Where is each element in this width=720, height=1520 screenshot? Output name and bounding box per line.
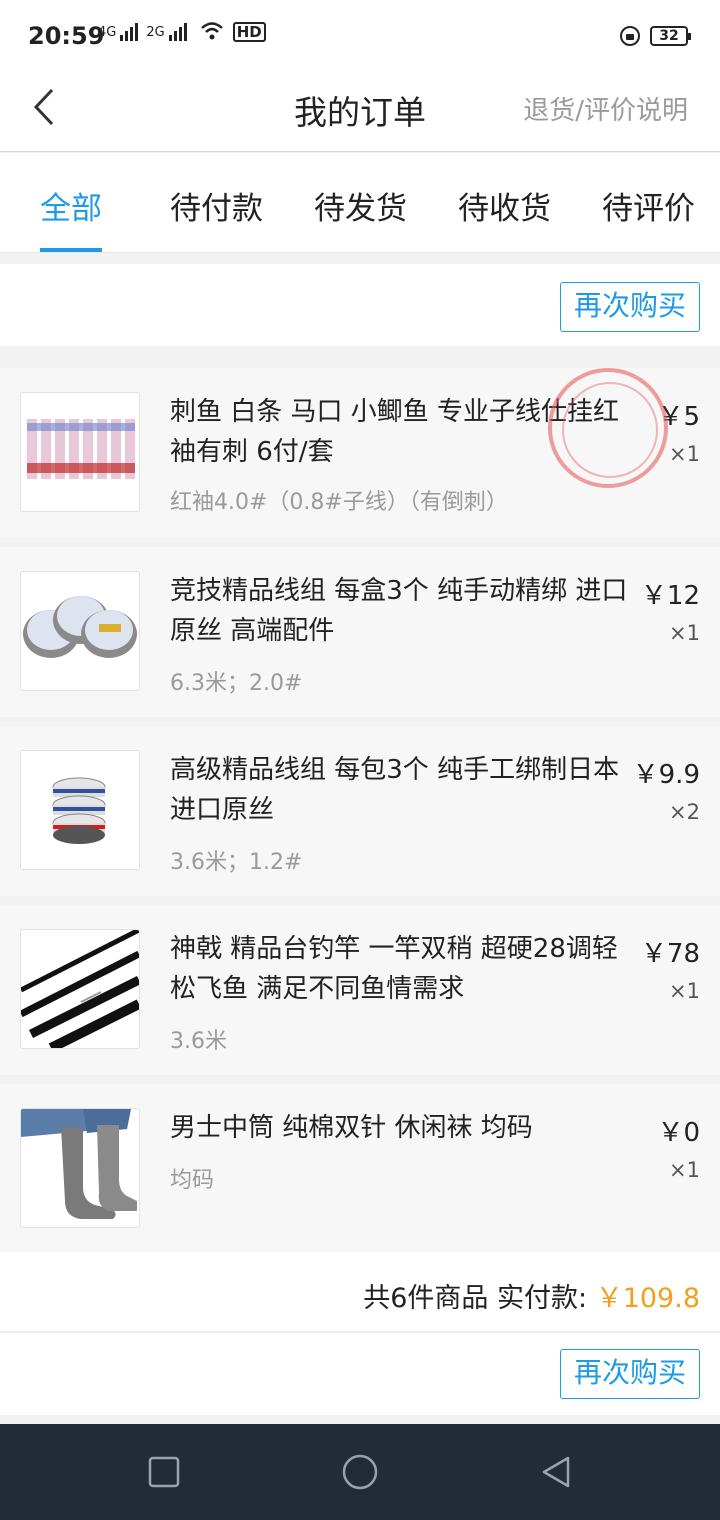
item-price: ￥9.9 <box>632 760 700 790</box>
order-item[interactable]: 高级精品线组 每包3个 纯手工绑制日本进口原丝 3.6米；1.2# ￥9.9 ×… <box>0 726 720 896</box>
tab-all[interactable]: 全部 <box>40 183 102 228</box>
tab-pending-receipt[interactable]: 待收货 <box>458 183 551 228</box>
header: 我的订单 退货/评价说明 <box>0 72 720 152</box>
status-time: 20:59 <box>28 22 105 50</box>
item-price: ￥78 <box>640 939 700 969</box>
battery-icon: 32 <box>650 26 691 46</box>
item-title: 神戟 精品台钓竿 一竿双稍 超硬28调轻松飞鱼 满足不同鱼情需求 <box>170 934 618 1004</box>
item-price: ￥0 <box>657 1118 700 1148</box>
signal-icon <box>168 23 187 41</box>
signal-icon <box>120 23 139 41</box>
previous-order-footer: 再次购买 <box>0 264 720 346</box>
sim1-label: 4G <box>98 24 117 40</box>
item-quantity: ×1 <box>669 621 700 645</box>
item-spec: 红袖4.0#（0.8#子线）（有倒刺） <box>170 490 508 515</box>
order-footer: 再次购买 <box>0 1333 720 1415</box>
system-nav-bar <box>0 1424 720 1520</box>
recent-apps-icon[interactable] <box>146 1454 182 1490</box>
order-total-amount: ￥109.8 <box>595 1283 700 1314</box>
order-total-label: 共6件商品 实付款: <box>363 1283 588 1314</box>
item-spec: 均码 <box>170 1168 215 1193</box>
status-bar: 20:59 4G 2G HD 32 <box>0 0 720 72</box>
item-quantity: ×1 <box>669 442 700 466</box>
order-summary: 共6件商品 实付款: ￥109.8 <box>0 1252 720 1332</box>
tab-pending-shipment[interactable]: 待发货 <box>314 183 407 228</box>
item-quantity: ×1 <box>669 1158 700 1182</box>
fishing-rod-icon <box>20 929 140 1049</box>
status-icons: 4G 2G HD <box>98 22 266 42</box>
order-total: 共6件商品 实付款: ￥109.8 <box>363 1276 700 1315</box>
order-item[interactable]: 男士中筒 纯棉双针 休闲袜 均码 均码 ￥0 ×1 <box>0 1084 720 1252</box>
item-spec: 3.6米 <box>170 1029 227 1054</box>
order-item[interactable]: 神戟 精品台钓竿 一竿双稍 超硬28调轻松飞鱼 满足不同鱼情需求 3.6米 ￥7… <box>0 905 720 1075</box>
line-box-icon <box>20 571 140 691</box>
item-title: 竞技精品线组 每盒3个 纯手动精绑 进口原丝 高端配件 <box>170 576 628 646</box>
rotation-lock-icon <box>620 26 640 46</box>
wifi-icon <box>200 22 223 40</box>
order-item[interactable]: 竞技精品线组 每盒3个 纯手动精绑 进口原丝 高端配件 6.3米；2.0# ￥1… <box>0 547 720 717</box>
hd-badge: HD <box>232 22 266 42</box>
item-spec: 3.6米；1.2# <box>170 850 303 875</box>
item-quantity: ×2 <box>669 800 700 824</box>
completed-stamp-icon <box>548 368 668 488</box>
item-spec: 6.3米；2.0# <box>170 671 303 696</box>
sock-icon <box>20 1108 140 1228</box>
buy-again-button[interactable]: 再次购买 <box>560 282 700 332</box>
item-title: 高级精品线组 每包3个 纯手工绑制日本进口原丝 <box>170 755 620 825</box>
order-tabs: 全部 待付款 待发货 待收货 待评价 <box>0 153 720 253</box>
item-price: ￥12 <box>640 581 700 611</box>
back-nav-icon[interactable] <box>538 1454 574 1490</box>
item-title: 男士中筒 纯棉双针 休闲袜 均码 <box>170 1113 533 1143</box>
buy-again-button[interactable]: 再次购买 <box>560 1349 700 1399</box>
tab-pending-review[interactable]: 待评价 <box>602 183 695 228</box>
sim2-label: 2G <box>146 24 165 40</box>
home-icon[interactable] <box>342 1454 378 1490</box>
active-tab-indicator <box>40 248 102 252</box>
item-quantity: ×1 <box>669 979 700 1003</box>
line-spool-icon <box>20 750 140 870</box>
tab-pending-payment[interactable]: 待付款 <box>170 183 263 228</box>
hook-pack-icon <box>20 392 140 512</box>
return-review-info-link[interactable]: 退货/评价说明 <box>523 90 688 127</box>
